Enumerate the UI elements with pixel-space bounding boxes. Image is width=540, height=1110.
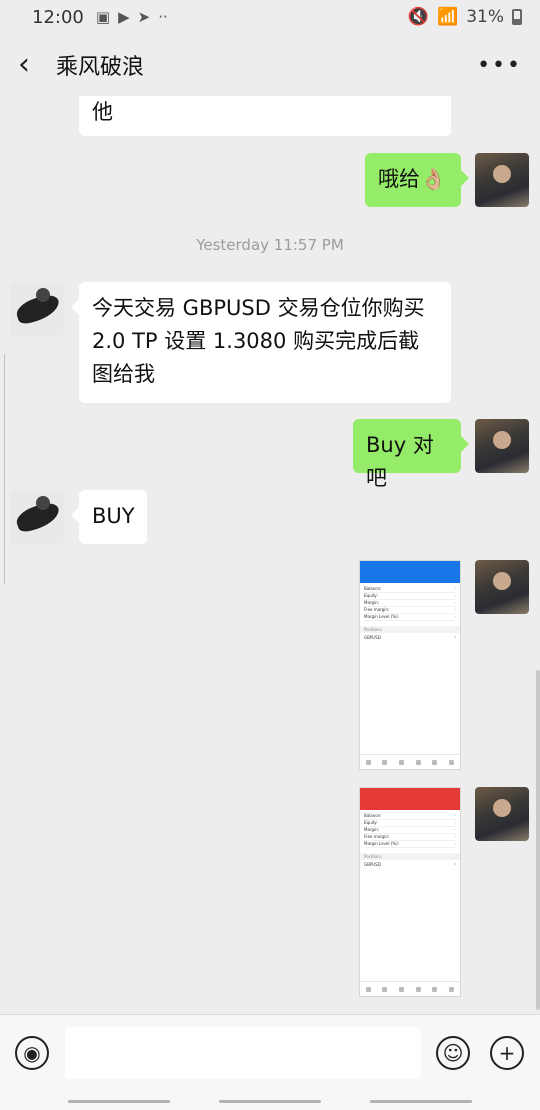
message-input[interactable] [65, 1027, 421, 1079]
message-bubble-incoming[interactable]: BUY [71, 490, 147, 544]
battery-percent: 31% [466, 7, 504, 27]
message-timestamp: Yesterday 11:57 PM [196, 236, 344, 254]
scrollbar[interactable] [536, 670, 540, 1010]
image-message[interactable]: Balance: · Equity: · Margin: · Free margin:… [359, 560, 461, 770]
avatar[interactable] [10, 282, 64, 336]
message-bubble-outgoing[interactable]: 哦给👌🏼 [365, 153, 469, 207]
message-list[interactable]: 他 哦给👌🏼 Yesterday 11:57 PM 今天交易 GBPUSD 交易… [0, 96, 540, 1014]
youtube-icon: ▶ [118, 8, 130, 26]
avatar[interactable] [475, 153, 529, 207]
nav-bar [370, 1100, 472, 1103]
chat-header: ‹ 乘风破浪 ••• [0, 34, 540, 96]
message-bubble-incoming[interactable]: 今天交易 GBPUSD 交易仓位你购买 2.0 TP 设置 1.3080 购买完… [71, 282, 451, 403]
more-dots-icon: ·· [158, 8, 168, 26]
screenshot-header [360, 788, 460, 810]
status-bar: 12:00 ▣ ▶ ➤ ·· 🔇 📶 31% [0, 0, 540, 34]
wifi-icon: 📶 [437, 7, 459, 27]
voice-icon[interactable]: ◉ [15, 1036, 49, 1070]
divider-line [4, 354, 5, 584]
nav-bar [219, 1100, 321, 1103]
message-bubble-incoming[interactable]: 他 [79, 96, 451, 136]
message-bubble-outgoing[interactable]: Buy 对吧 [353, 419, 469, 490]
mute-icon: 🔇 [407, 7, 430, 27]
telegram-icon: ➤ [137, 8, 151, 26]
image-message[interactable]: Balance: · Equity: · Margin: · Free margin:… [359, 787, 461, 997]
emoji-icon[interactable]: ☺ [436, 1036, 470, 1070]
input-bar: ◉ ☺ + [0, 1014, 540, 1110]
more-horizontal-icon[interactable]: ••• [477, 53, 522, 78]
nav-bar [68, 1100, 170, 1103]
battery-icon [512, 9, 522, 25]
avatar[interactable] [475, 787, 529, 841]
screenshot-header [360, 561, 460, 583]
chevron-left-icon[interactable]: ‹ [18, 50, 54, 80]
plus-icon[interactable]: + [490, 1036, 524, 1070]
avatar[interactable] [10, 490, 64, 544]
avatar[interactable] [475, 419, 529, 473]
gallery-icon: ▣ [95, 8, 111, 26]
chat-title: 乘风破浪 [56, 55, 145, 80]
avatar[interactable] [475, 560, 529, 614]
status-time: 12:00 [32, 6, 84, 28]
